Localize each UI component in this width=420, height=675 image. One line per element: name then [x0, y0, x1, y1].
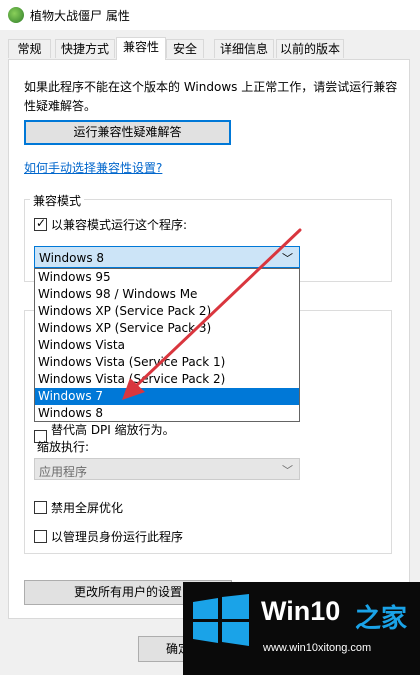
os-option[interactable]: Windows Vista (Service Pack 2)	[35, 371, 299, 388]
os-option[interactable]: Windows 8	[35, 405, 299, 422]
os-option[interactable]: Windows 98 / Windows Me	[35, 286, 299, 303]
watermark-brand: Win10	[261, 596, 341, 626]
disable-fullscreen-opt-label: 禁用全屏优化	[51, 501, 124, 515]
os-option[interactable]: Windows Vista	[35, 337, 299, 354]
watermark-brand-suffix: 之家	[355, 604, 408, 634]
os-dropdown-list: Windows 95 Windows 98 / Windows Me Windo…	[34, 268, 300, 422]
compat-description: 如果此程序不能在这个版本的 Windows 上正常工作，请尝试运行兼容性疑难解答…	[24, 80, 398, 113]
windows-logo-icon	[193, 594, 249, 646]
check-icon: ✓	[36, 216, 47, 230]
tab-security[interactable]: 安全	[166, 39, 204, 58]
scaling-label: 缩放执行:	[37, 440, 90, 454]
dpi-override-label: 替代高 DPI 缩放行为。	[51, 423, 175, 437]
watermark-url: www.win10xitong.com	[263, 642, 372, 654]
os-option[interactable]: Windows Vista (Service Pack 1)	[35, 354, 299, 371]
os-select[interactable]: Windows 8 ﹀	[34, 246, 300, 268]
tab-previous-versions[interactable]: 以前的版本	[276, 39, 344, 58]
os-option[interactable]: Windows 95	[35, 269, 299, 286]
run-as-admin-label: 以管理员身份运行此程序	[51, 530, 184, 544]
tab-shortcut[interactable]: 快捷方式	[55, 39, 115, 58]
tab-general[interactable]: 常规	[8, 39, 51, 58]
disable-fullscreen-opt-checkbox[interactable]	[34, 501, 47, 514]
os-option[interactable]: Windows XP (Service Pack 3)	[35, 320, 299, 337]
app-icon	[8, 7, 24, 23]
os-option-highlighted[interactable]: Windows 7	[35, 388, 299, 405]
run-troubleshooter-button[interactable]: 运行兼容性疑难解答	[24, 120, 231, 145]
chevron-down-icon: ﹀	[282, 464, 293, 477]
chevron-down-icon: ﹀	[282, 252, 293, 265]
tab-compatibility[interactable]: 兼容性	[116, 37, 166, 60]
compat-mode-group-title: 兼容模式	[30, 192, 85, 209]
manual-settings-link[interactable]: 如何手动选择兼容性设置?	[24, 159, 162, 176]
run-as-admin-checkbox[interactable]	[34, 530, 47, 543]
run-in-compat-mode-checkbox[interactable]: ✓	[34, 216, 47, 231]
os-select-value: Windows 8	[39, 251, 105, 265]
run-in-compat-mode-label: 以兼容模式运行这个程序:	[51, 218, 188, 232]
scaling-select[interactable]: 应用程序 ﹀	[34, 458, 300, 480]
scaling-select-value: 应用程序	[39, 465, 88, 479]
tab-details[interactable]: 详细信息	[214, 39, 274, 58]
window-title: 植物大战僵尸 属性	[30, 9, 130, 23]
tab-strip: 常规 快捷方式 兼容性 安全 详细信息 以前的版本	[0, 37, 420, 60]
title-bar: 植物大战僵尸 属性	[0, 0, 420, 30]
watermark: Win10 之家 www.win10xitong.com	[183, 582, 420, 675]
os-option[interactable]: Windows XP (Service Pack 2)	[35, 303, 299, 320]
